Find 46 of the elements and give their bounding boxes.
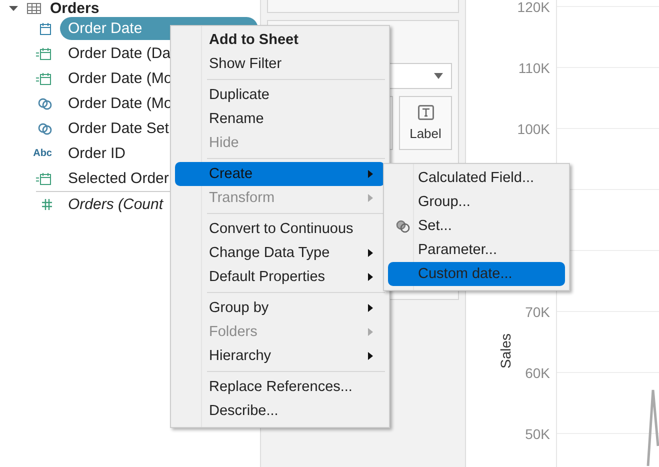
menu-item[interactable]: Calculated Field... — [388, 166, 565, 190]
set-icon — [38, 122, 52, 134]
menu-item[interactable]: Custom date... — [388, 262, 565, 286]
string-type-icon: Abc — [33, 148, 52, 159]
axis-tick-label: 100K — [517, 120, 550, 136]
menu-item[interactable]: Replace References... — [175, 375, 385, 399]
menu-item[interactable]: Hierarchy — [175, 344, 385, 368]
calendar-icon — [36, 172, 52, 184]
table-icon — [27, 2, 41, 14]
submenu-arrow-icon — [368, 249, 373, 257]
submenu-arrow-icon — [368, 328, 373, 336]
calendar-icon — [36, 48, 52, 60]
field-item[interactable]: Orders (Count — [60, 193, 172, 216]
menu-item[interactable]: Set... — [388, 214, 565, 238]
calendar-icon — [36, 72, 52, 84]
collapse-caret-icon[interactable] — [9, 4, 18, 12]
axis-tick-label: 70K — [525, 304, 550, 320]
submenu-arrow-icon — [368, 170, 373, 178]
menu-item[interactable]: Group... — [388, 190, 565, 214]
axis-title: Sales — [498, 333, 514, 369]
field-item[interactable]: Order ID — [60, 142, 134, 165]
submenu-arrow-icon — [368, 194, 373, 202]
submenu-arrow-icon — [368, 273, 373, 281]
axis-tick-label: 120K — [517, 0, 550, 14]
menu-item[interactable]: Change Data Type — [175, 241, 385, 265]
table-name: Orders — [50, 0, 100, 16]
menu-item[interactable]: Describe... — [175, 399, 385, 423]
number-sign-icon — [42, 199, 52, 210]
mark-property-button[interactable]: Label — [399, 96, 452, 150]
axis-tick-label: 110K — [518, 60, 550, 76]
menu-item[interactable]: Group by — [175, 296, 385, 320]
menu-item[interactable]: Show Filter — [175, 52, 385, 76]
dropdown-caret-icon — [434, 73, 443, 79]
submenu-arrow-icon — [368, 304, 373, 312]
submenu-arrow-icon — [368, 352, 373, 360]
set-icon — [38, 98, 52, 110]
set-icon — [396, 220, 410, 232]
menu-item[interactable]: Rename — [175, 107, 385, 131]
text-icon — [418, 105, 434, 120]
axis-tick-label: 60K — [525, 364, 550, 380]
menu-item[interactable]: Parameter... — [388, 238, 565, 262]
menu-item[interactable]: Default Properties — [175, 265, 385, 289]
menu-item[interactable]: Create — [175, 162, 385, 186]
axis-tick-label: 50K — [525, 426, 550, 442]
menu-item[interactable]: Duplicate — [175, 83, 385, 107]
menu-item[interactable]: Convert to Continuous — [175, 217, 385, 241]
